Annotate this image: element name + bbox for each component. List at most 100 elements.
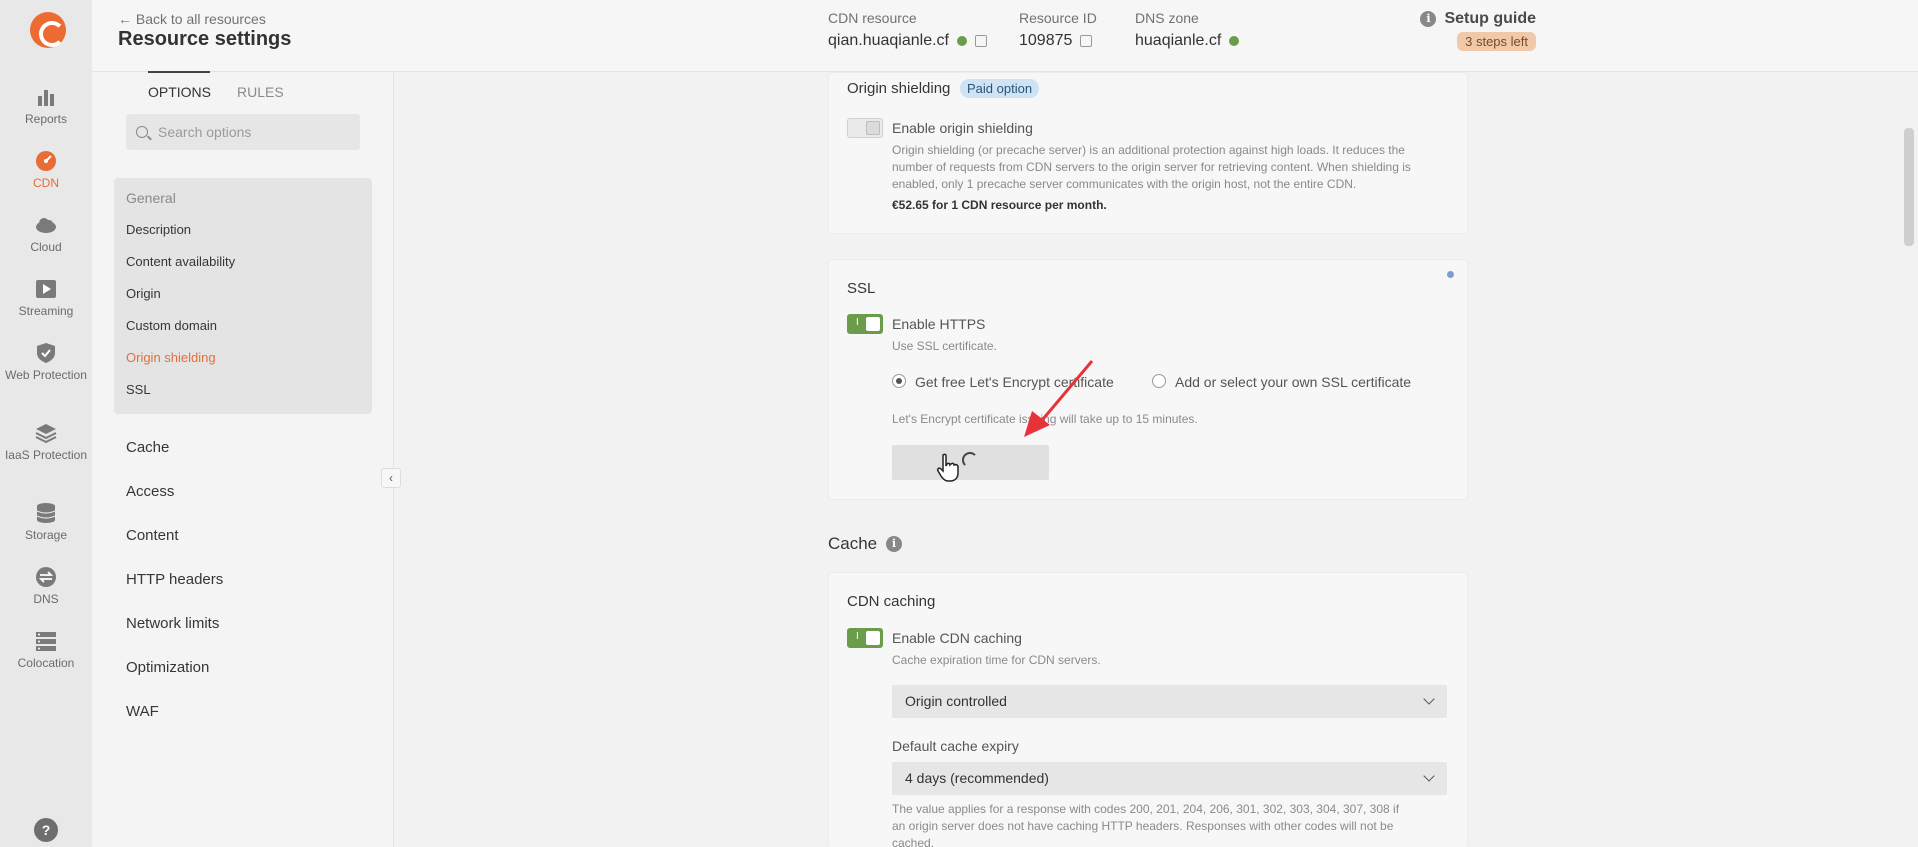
rail-item-cdn[interactable]: CDN — [0, 150, 92, 190]
bar-chart-icon — [38, 90, 54, 106]
loading-spinner-icon — [962, 452, 978, 468]
search-input[interactable]: Search options — [126, 114, 360, 150]
general-heading[interactable]: General — [126, 190, 176, 206]
cdn-resource-label: CDN resource — [828, 10, 917, 26]
play-icon — [36, 280, 56, 298]
chevron-down-icon — [1423, 693, 1435, 705]
cdn-resource-value: qian.huaqianle.cf — [828, 32, 949, 49]
cache-note-line: cached. — [892, 836, 935, 847]
cdn-caching-toggle-label: Enable CDN caching — [892, 630, 1022, 646]
section-content[interactable]: Content — [126, 527, 179, 544]
option-content-availability[interactable]: Content availability — [126, 254, 235, 269]
cache-expiry-value: 4 days (recommended) — [905, 770, 1049, 786]
section-network-limits[interactable]: Network limits — [126, 615, 219, 632]
status-dot-icon — [1229, 36, 1240, 46]
page-scrollbar[interactable] — [1904, 128, 1914, 246]
rail-label: Web Protection — [5, 368, 87, 382]
lets-encrypt-radio[interactable] — [892, 374, 906, 388]
option-ssl[interactable]: SSL — [126, 382, 151, 397]
rail-label: Streaming — [18, 304, 74, 318]
shield-icon — [37, 343, 55, 363]
cache-expiry-label: Default cache expiry — [892, 738, 1019, 754]
ssl-title: SSL — [847, 280, 876, 297]
cdn-caching-title: CDN caching — [847, 593, 936, 610]
tab-options[interactable]: OPTIONS — [148, 84, 211, 106]
cache-note-line: an origin server does not have caching H… — [892, 819, 1394, 833]
rail-item-storage[interactable]: Storage — [0, 502, 92, 542]
cache-expiry-select[interactable]: 4 days (recommended) — [892, 762, 1447, 795]
rail-label: Cloud — [30, 240, 62, 254]
rail-item-dns[interactable]: DNS — [0, 566, 92, 606]
server-rack-icon — [36, 632, 56, 651]
search-icon — [136, 126, 148, 138]
rail-item-iaas-protection[interactable]: IaaS Protection — [0, 422, 92, 463]
section-waf[interactable]: WAF — [126, 703, 159, 720]
dns-zone-label: DNS zone — [1135, 10, 1199, 26]
rail-label: Reports — [24, 112, 68, 126]
search-placeholder: Search options — [158, 124, 252, 140]
shield-desc-line: number of requests from CDN servers to t… — [892, 160, 1411, 174]
general-group: General Description Content availability… — [114, 178, 372, 414]
rail-item-cloud[interactable]: Cloud — [0, 214, 92, 254]
rail-item-streaming[interactable]: Streaming — [0, 278, 92, 318]
cache-mode-select[interactable]: Origin controlled — [892, 685, 1447, 718]
info-icon[interactable]: i — [886, 536, 902, 552]
dns-zone-value[interactable]: huaqianle.cf — [1135, 32, 1221, 50]
shield-desc-line: enabled, only 1 precache server communic… — [892, 177, 1357, 191]
cdn-caching-hint: Cache expiration time for CDN servers. — [892, 653, 1101, 667]
cdn-caching-toggle[interactable] — [847, 628, 883, 648]
info-icon: i — [1420, 11, 1437, 27]
rail-label: IaaS Protection — [4, 448, 88, 462]
copy-icon[interactable] — [1080, 35, 1093, 47]
https-toggle[interactable] — [847, 314, 883, 334]
paid-option-badge: Paid option — [960, 79, 1040, 98]
resource-id-label: Resource ID — [1019, 10, 1097, 26]
origin-shielding-toggle[interactable] — [847, 118, 883, 138]
unsaved-indicator-icon — [1447, 271, 1454, 278]
hand-cursor-icon — [937, 453, 959, 482]
section-http-headers[interactable]: HTTP headers — [126, 571, 223, 588]
rail-item-web-protection[interactable]: Web Protection — [0, 342, 92, 383]
rail-label: Storage — [24, 528, 68, 542]
resource-id-value: 109875 — [1019, 32, 1073, 49]
layers-icon — [35, 424, 57, 444]
option-description[interactable]: Description — [126, 222, 191, 237]
cache-mode-value: Origin controlled — [905, 693, 1007, 709]
https-hint: Use SSL certificate. — [892, 339, 997, 353]
shield-price: €52.65 for 1 CDN resource per month. — [892, 198, 1107, 212]
section-access[interactable]: Access — [126, 483, 174, 500]
rail-label: DNS — [33, 592, 59, 606]
logo-icon[interactable] — [30, 12, 66, 48]
setup-guide-label[interactable]: Setup guide — [1444, 10, 1536, 28]
back-link[interactable]: ← Back to all resources — [118, 11, 266, 27]
dns-icon — [36, 567, 56, 587]
dns-zone-meta: DNS zone huaqianle.cf — [1135, 10, 1240, 50]
resource-id-meta: Resource ID 109875 — [1019, 10, 1097, 50]
rail-label: Colocation — [17, 656, 75, 670]
active-tab-indicator — [148, 71, 210, 73]
chevron-down-icon — [1423, 770, 1435, 782]
shield-desc-line: Origin shielding (or precache server) is… — [892, 143, 1405, 157]
setup-guide[interactable]: i Setup guide 3 steps left — [1420, 10, 1536, 51]
collapse-sidebar-button[interactable]: ‹ — [381, 468, 401, 488]
own-cert-radio[interactable] — [1152, 374, 1166, 388]
cloud-icon — [36, 218, 56, 233]
origin-shielding-toggle-label: Enable origin shielding — [892, 120, 1033, 136]
option-custom-domain[interactable]: Custom domain — [126, 318, 217, 333]
own-cert-label[interactable]: Add or select your own SSL certificate — [1175, 374, 1411, 390]
section-optimization[interactable]: Optimization — [126, 659, 209, 676]
status-dot-icon — [956, 36, 967, 46]
option-origin-shielding[interactable]: Origin shielding — [126, 350, 216, 365]
options-sidebar: OPTIONS RULES Search options General Des… — [92, 71, 394, 847]
rail-item-reports[interactable]: Reports — [0, 86, 92, 126]
cache-heading: Cache — [828, 534, 878, 553]
tab-rules[interactable]: RULES — [237, 84, 284, 106]
header: ← Back to all resources Resource setting… — [92, 0, 1918, 72]
copy-icon[interactable] — [974, 35, 987, 47]
option-origin[interactable]: Origin — [126, 286, 161, 301]
help-icon[interactable]: ? — [34, 818, 58, 842]
section-cache[interactable]: Cache — [126, 439, 169, 456]
database-icon — [36, 503, 56, 523]
rail-item-colocation[interactable]: Colocation — [0, 630, 92, 670]
cache-note-line: The value applies for a response with co… — [892, 802, 1400, 816]
